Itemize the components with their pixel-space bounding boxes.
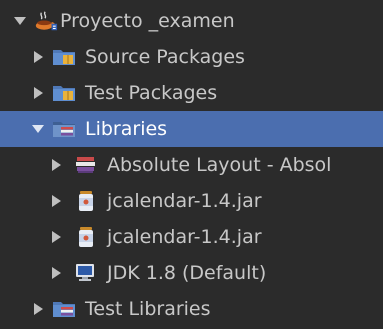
tree-node-project[interactable]: Proyecto _examen <box>0 3 383 39</box>
tree-node-label: jcalendar-1.4.jar <box>107 226 262 248</box>
expand-arrow-right-icon[interactable] <box>48 229 64 245</box>
jar-icon <box>74 226 98 248</box>
monitor-icon <box>74 262 98 284</box>
expand-arrow-right-icon[interactable] <box>48 157 64 173</box>
expand-arrow-right-icon[interactable] <box>48 193 64 209</box>
tree-node-label: Source Packages <box>85 46 245 68</box>
books-icon <box>74 154 98 176</box>
library-folder-icon <box>52 118 76 140</box>
tree-node-test-packages[interactable]: Test Packages <box>0 75 383 111</box>
tree-node-label: jcalendar-1.4.jar <box>107 190 262 212</box>
expand-arrow-down-icon[interactable] <box>12 13 28 29</box>
coffee-cup-project-icon <box>34 10 58 32</box>
expand-arrow-right-icon[interactable] <box>30 49 46 65</box>
expand-arrow-right-icon[interactable] <box>30 85 46 101</box>
tree-node-library-jdk[interactable]: JDK 1.8 (Default) <box>0 255 383 291</box>
library-folder-icon <box>52 298 76 320</box>
tree-node-library-jar[interactable]: jcalendar-1.4.jar <box>0 219 383 255</box>
jar-icon <box>74 190 98 212</box>
expand-arrow-right-icon[interactable] <box>30 301 46 317</box>
expand-arrow-right-icon[interactable] <box>48 265 64 281</box>
tree-node-label: Test Libraries <box>85 298 211 320</box>
tree-node-library-jar[interactable]: jcalendar-1.4.jar <box>0 183 383 219</box>
project-tree: Proyecto _examen Source Packages Test Pa… <box>0 0 383 329</box>
expand-arrow-down-icon[interactable] <box>30 121 46 137</box>
package-folder-icon <box>52 82 76 104</box>
tree-node-source-packages[interactable]: Source Packages <box>0 39 383 75</box>
tree-node-label: Libraries <box>85 118 168 140</box>
tree-node-label: Absolute Layout - Absol <box>107 154 332 176</box>
package-folder-icon <box>52 46 76 68</box>
tree-node-libraries[interactable]: Libraries <box>0 111 383 147</box>
tree-node-label: Test Packages <box>85 82 218 104</box>
tree-node-test-libraries[interactable]: Test Libraries <box>0 291 383 327</box>
tree-node-library-absolute-layout[interactable]: Absolute Layout - Absol <box>0 147 383 183</box>
tree-node-label: Proyecto _examen <box>60 10 235 32</box>
tree-node-label: JDK 1.8 (Default) <box>107 262 267 284</box>
